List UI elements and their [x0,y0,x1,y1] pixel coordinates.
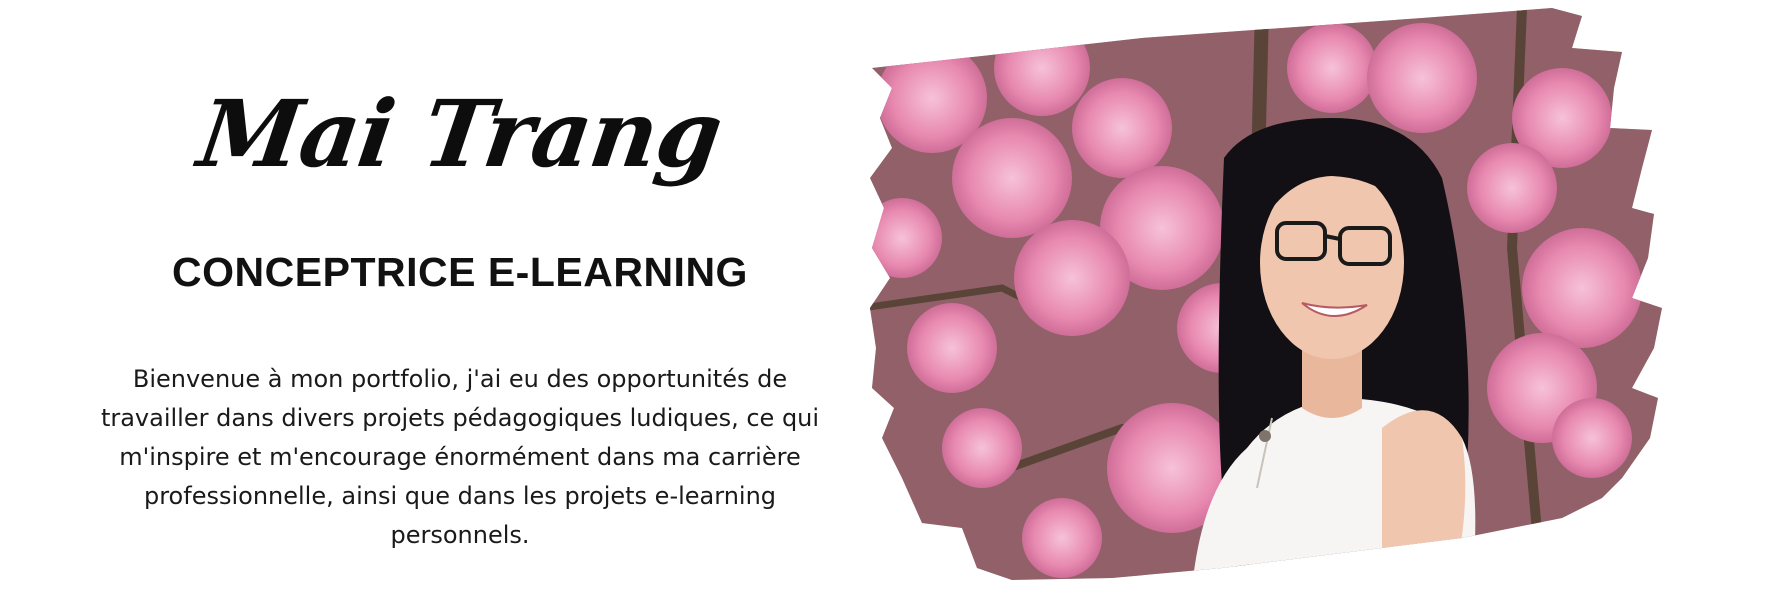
welcome-paragraph: Bienvenue à mon portfolio, j'ai eu des o… [100,365,820,549]
intro-section: Mai Trang CONCEPTRICE E-LEARNING Bienven… [60,0,860,591]
portrait-photo [862,8,1662,588]
job-title: CONCEPTRICE E-LEARNING [172,249,748,295]
author-name: Mai Trang [192,80,728,188]
